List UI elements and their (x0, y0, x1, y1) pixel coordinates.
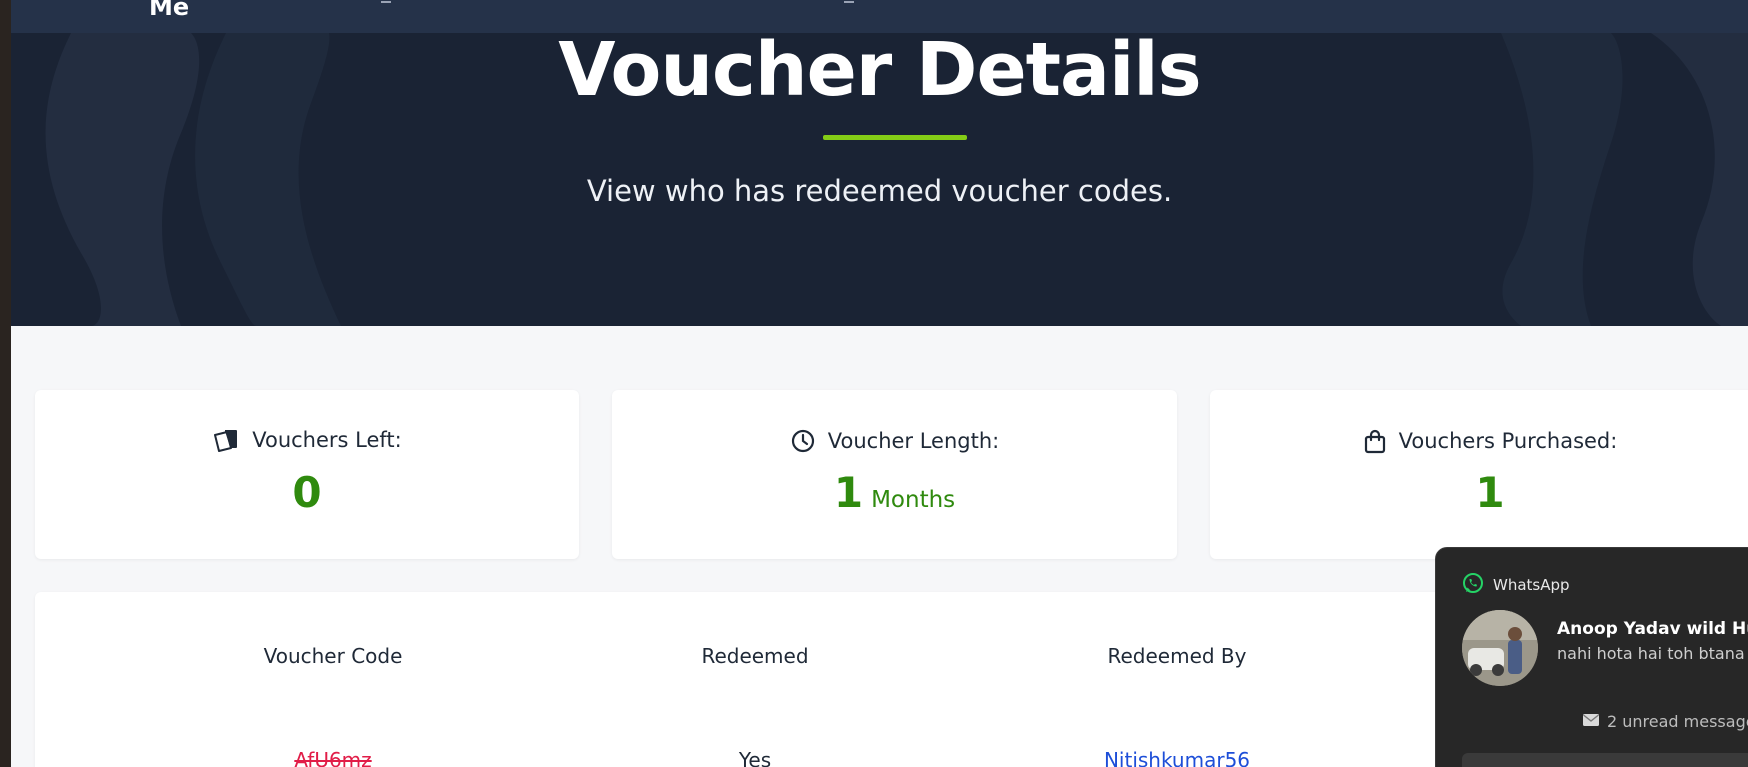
stat-label: Vouchers Left: (252, 428, 402, 452)
notification-app-name: WhatsApp (1493, 576, 1570, 594)
message-preview: nahi hota hai toh btana m (1557, 644, 1748, 663)
logo-mark: ⁰¹ (93, 0, 100, 4)
stat-value: 1 Months (612, 468, 1177, 517)
title-underline (823, 135, 967, 140)
notification-app-header: WhatsApp (1462, 572, 1570, 598)
top-navigation: ⁰¹ Me (11, 0, 1748, 33)
hero-banner: Voucher Details View who has redeemed vo… (11, 33, 1748, 326)
redeemed-by-link[interactable]: Nitishkumar56 (967, 748, 1387, 767)
nav-link-fragment[interactable] (381, 0, 391, 3)
stat-card-vouchers-purchased: Vouchers Purchased: 1 (1210, 390, 1748, 559)
stat-label: Voucher Length: (827, 429, 1000, 453)
unread-text: 2 unread message (1607, 712, 1748, 731)
voucher-code-cell: AfU6mz (294, 748, 372, 767)
page-title: Voucher Details (558, 33, 1201, 113)
stat-card-voucher-length: Voucher Length: 1 Months (612, 390, 1177, 559)
logo-text[interactable]: Me (149, 0, 189, 21)
sender-name: Anoop Yadav wild Hunt (1557, 619, 1748, 639)
window-edge (0, 0, 11, 767)
stat-value: 1 (1475, 468, 1505, 517)
envelope-icon (1582, 712, 1600, 731)
stat-card-vouchers-left: Vouchers Left: 0 (35, 390, 579, 559)
whatsapp-notification[interactable]: WhatsApp Anoop Yadav wild Hunt nahi hota… (1435, 547, 1748, 767)
shopping-bag-icon (1363, 428, 1387, 454)
column-header-redeemed-by: Redeemed By (1107, 644, 1247, 668)
whatsapp-icon (1462, 572, 1484, 598)
stat-label: Vouchers Purchased: (1398, 429, 1618, 453)
unread-count: 2 unread message (1582, 712, 1748, 731)
nav-link-fragment[interactable] (844, 0, 854, 3)
redeemed-cell: Yes (738, 748, 772, 767)
notification-action-button[interactable] (1462, 753, 1748, 767)
stat-unit: Months (871, 487, 956, 513)
clock-icon (790, 428, 816, 454)
page-subtitle: View who has redeemed voucher codes. (586, 174, 1173, 208)
stat-value: 0 (292, 468, 322, 517)
column-header-voucher-code: Voucher Code (263, 644, 403, 668)
stat-number: 1 (833, 468, 864, 517)
sender-avatar (1462, 610, 1538, 686)
column-header-redeemed: Redeemed (701, 644, 809, 668)
voucher-icon (212, 428, 240, 452)
